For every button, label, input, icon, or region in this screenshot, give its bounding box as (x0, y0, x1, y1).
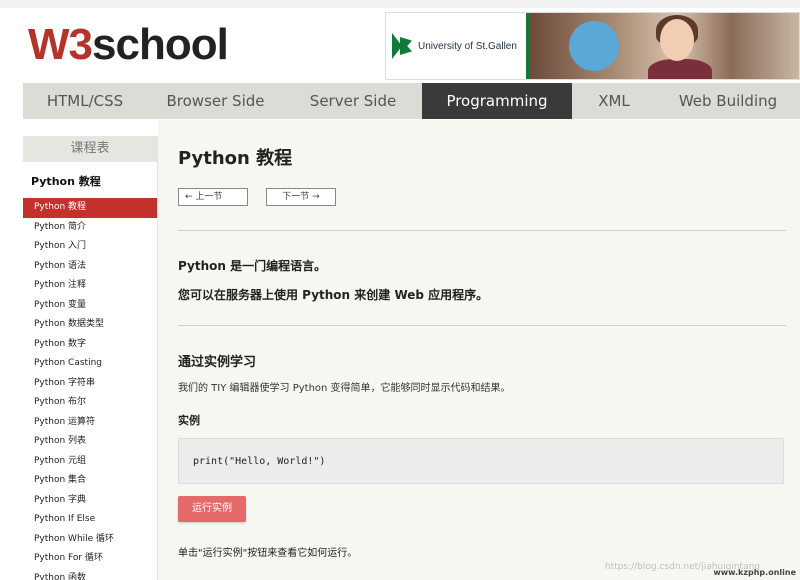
sidebar-item[interactable]: Python 数据类型 (23, 315, 157, 335)
ad-photo (529, 13, 799, 79)
intro-line-1: Python 是一门编程语言。 (178, 259, 327, 273)
page-title: Python 教程 (178, 148, 293, 169)
sidebar-item[interactable]: Python 函数 (23, 569, 157, 580)
ad-university-panel: University of St.Gallen (386, 13, 529, 79)
logo-w3: W3 (28, 20, 93, 69)
sidebar-list: Python 教程 Python 简介 Python 入门 Python 语法 … (23, 198, 157, 580)
sidebar-item[interactable]: Python If Else (23, 510, 157, 530)
nav-browser-side[interactable]: Browser Side (147, 83, 284, 119)
nav-web-building[interactable]: Web Building (656, 83, 800, 119)
main-content: Python 教程 ← 上一节 下一节 → Python 是一门编程语言。 您可… (158, 120, 800, 580)
sidebar-item[interactable]: Python 教程 (23, 198, 157, 218)
sidebar-item[interactable]: Python 数字 (23, 335, 157, 355)
sidebar-item[interactable]: Python 语法 (23, 257, 157, 277)
watermark-site: www.kzphp.online (713, 568, 796, 577)
sidebar-section-title: Python 教程 (31, 175, 101, 188)
code-example: print("Hello, World!") (178, 438, 784, 484)
sidebar-item[interactable]: Python 运算符 (23, 413, 157, 433)
university-logo-icon (392, 33, 412, 59)
site-logo[interactable]: W3 school (28, 20, 229, 70)
main-nav: HTML/CSS Browser Side Server Side Progra… (23, 83, 800, 119)
run-hint: 单击"运行实例"按钮来查看它如何运行。 (178, 548, 358, 559)
intro-line-2: 您可以在服务器上使用 Python 来创建 Web 应用程序。 (178, 288, 489, 302)
nav-server-side[interactable]: Server Side (284, 83, 422, 119)
next-button[interactable]: 下一节 → (266, 188, 336, 206)
ad-university-name: University of St.Gallen (418, 40, 517, 52)
sidebar-item[interactable]: Python While 循环 (23, 530, 157, 550)
nav-xml[interactable]: XML (572, 83, 656, 119)
sidebar-item[interactable]: Python 入门 (23, 237, 157, 257)
sidebar-item[interactable]: Python 变量 (23, 296, 157, 316)
bookmarks-bar (0, 0, 800, 8)
learn-text: 我们的 TIY 编辑器使学习 Python 变得简单，它能够同时显示代码和结果。 (178, 383, 511, 394)
sidebar-item[interactable]: Python For 循环 (23, 549, 157, 569)
sidebar-item[interactable]: Python 字符串 (23, 374, 157, 394)
sidebar: 课程表 Python 教程 Python 教程 Python 简介 Python… (23, 136, 158, 580)
sidebar-item[interactable]: Python 集合 (23, 471, 157, 491)
ad-person-photo (644, 13, 716, 79)
ad-badge-icon (569, 21, 619, 71)
nav-programming[interactable]: Programming (422, 83, 572, 119)
divider (178, 230, 786, 231)
prev-button[interactable]: ← 上一节 (178, 188, 248, 206)
sidebar-heading: 课程表 (23, 136, 157, 162)
sidebar-item[interactable]: Python Casting (23, 354, 157, 374)
divider (178, 325, 786, 326)
ad-banner[interactable]: University of St.Gallen (385, 12, 800, 80)
sidebar-item[interactable]: Python 布尔 (23, 393, 157, 413)
sidebar-item[interactable]: Python 元组 (23, 452, 157, 472)
logo-school: school (92, 20, 229, 69)
sidebar-item[interactable]: Python 注释 (23, 276, 157, 296)
sidebar-item[interactable]: Python 列表 (23, 432, 157, 452)
learn-heading: 通过实例学习 (178, 355, 257, 370)
example-heading: 实例 (178, 414, 200, 427)
run-example-button[interactable]: 运行实例 (178, 496, 246, 522)
nav-html-css[interactable]: HTML/CSS (23, 83, 147, 119)
sidebar-item[interactable]: Python 简介 (23, 218, 157, 238)
sidebar-item[interactable]: Python 字典 (23, 491, 157, 511)
